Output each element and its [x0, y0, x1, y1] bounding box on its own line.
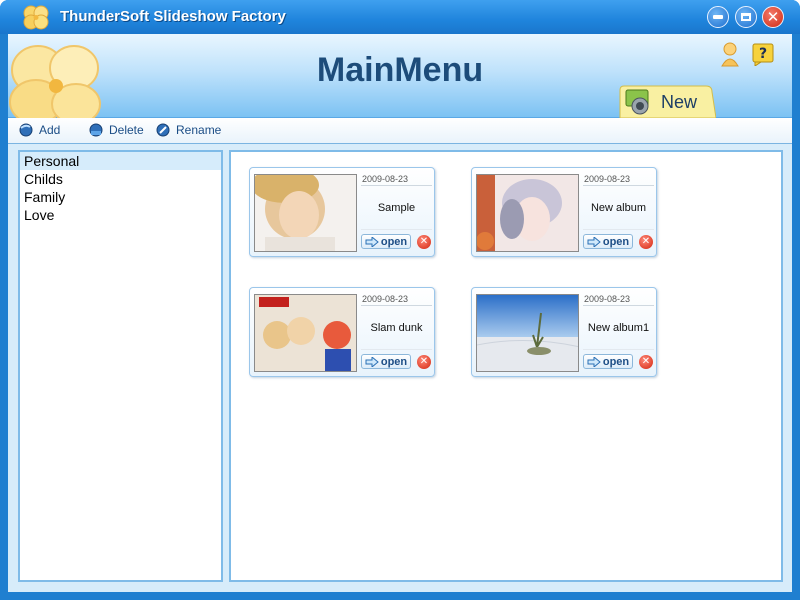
close-button[interactable]: ✕: [762, 6, 784, 28]
album-name: New album: [583, 202, 654, 230]
close-icon: ✕: [641, 236, 651, 247]
category-item[interactable]: Family: [20, 188, 221, 206]
delete-album-button[interactable]: ✕: [639, 355, 653, 369]
minimize-icon: [713, 15, 723, 19]
app-window: ThunderSoft Slideshow Factory ✕ MainMenu…: [0, 0, 800, 600]
open-album-button[interactable]: open: [361, 234, 411, 249]
album-thumbnail[interactable]: [254, 294, 357, 372]
delete-album-button[interactable]: ✕: [417, 235, 431, 249]
close-icon: ✕: [766, 7, 780, 26]
album-info: 2009-08-23 New album open ✕: [583, 172, 654, 256]
category-item[interactable]: Love: [20, 206, 221, 224]
delete-label: Delete: [109, 123, 144, 137]
open-album-button[interactable]: open: [583, 354, 633, 369]
category-item[interactable]: Personal: [20, 152, 221, 170]
open-label: open: [380, 235, 408, 248]
add-label: Add: [39, 123, 61, 137]
arrow-right-icon: [365, 356, 379, 367]
album-info: 2009-08-23 Sample open ✕: [361, 172, 432, 256]
window-title: ThunderSoft Slideshow Factory: [60, 8, 286, 25]
album-date: 2009-08-23: [361, 292, 432, 306]
album-info: 2009-08-23 New album1 open ✕: [583, 292, 654, 376]
album-actions: open ✕: [361, 354, 432, 370]
maximize-button[interactable]: [735, 6, 757, 28]
category-item[interactable]: Childs: [20, 170, 221, 188]
delete-button[interactable]: Delete: [88, 122, 144, 138]
close-icon: ✕: [641, 356, 651, 367]
album-name: New album1: [583, 322, 654, 350]
album-thumbnail[interactable]: [476, 174, 579, 252]
album-actions: open ✕: [583, 234, 654, 250]
delete-album-button[interactable]: ✕: [417, 355, 431, 369]
help-icon[interactable]: ?: [751, 42, 775, 66]
album-card[interactable]: 2009-08-23 New album open ✕: [471, 167, 657, 257]
user-icon[interactable]: [720, 42, 740, 68]
album-thumbnail[interactable]: [476, 294, 579, 372]
album-card[interactable]: 2009-08-23 New album1 open ✕: [471, 287, 657, 377]
rename-button[interactable]: Rename: [155, 122, 221, 138]
album-actions: open ✕: [361, 234, 432, 250]
toolbar: Add Delete Rename: [8, 118, 792, 144]
delete-album-button[interactable]: ✕: [639, 235, 653, 249]
arrow-right-icon: [587, 236, 601, 247]
album-thumbnail[interactable]: [254, 174, 357, 252]
close-icon: ✕: [419, 236, 429, 247]
new-album-label[interactable]: New: [661, 92, 697, 113]
album-name: Sample: [361, 202, 432, 230]
content-area: Personal Childs Family Love 2009-08-23 S…: [8, 144, 792, 592]
arrow-right-icon: [587, 356, 601, 367]
minimize-button[interactable]: [707, 6, 729, 28]
add-icon: [19, 123, 33, 137]
header-banner: MainMenu ? New: [8, 34, 792, 118]
album-card[interactable]: 2009-08-23 Sample open ✕: [249, 167, 435, 257]
album-actions: open ✕: [583, 354, 654, 370]
arrow-right-icon: [365, 236, 379, 247]
album-card[interactable]: 2009-08-23 Slam dunk open ✕: [249, 287, 435, 377]
album-info: 2009-08-23 Slam dunk open ✕: [361, 292, 432, 376]
album-date: 2009-08-23: [583, 172, 654, 186]
rename-label: Rename: [176, 123, 222, 137]
close-icon: ✕: [419, 356, 429, 367]
open-album-button[interactable]: open: [583, 234, 633, 249]
title-bar[interactable]: ThunderSoft Slideshow Factory ✕: [0, 0, 800, 34]
open-label: open: [380, 355, 408, 368]
delete-icon: [89, 123, 103, 137]
svg-text:?: ?: [759, 46, 767, 62]
rename-icon: [156, 123, 170, 137]
album-grid: 2009-08-23 Sample open ✕ 2009-08-23 New …: [229, 150, 783, 582]
clover-logo-icon: [23, 5, 49, 30]
maximize-icon: [741, 13, 751, 21]
open-label: open: [602, 355, 630, 368]
album-date: 2009-08-23: [361, 172, 432, 186]
open-album-button[interactable]: open: [361, 354, 411, 369]
album-name: Slam dunk: [361, 322, 432, 350]
open-label: open: [602, 235, 630, 248]
add-button[interactable]: Add: [18, 122, 60, 138]
album-date: 2009-08-23: [583, 292, 654, 306]
category-list[interactable]: Personal Childs Family Love: [18, 150, 223, 582]
